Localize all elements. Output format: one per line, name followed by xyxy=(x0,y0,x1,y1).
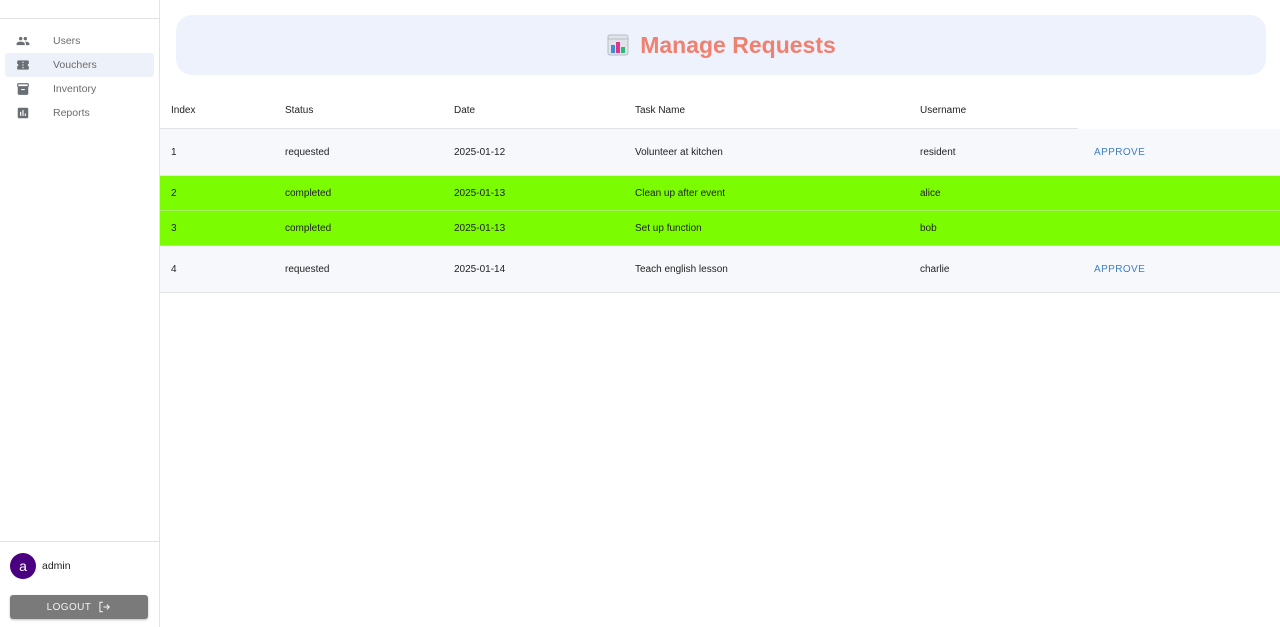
cell-status: requested xyxy=(285,263,330,275)
sidebar-item-vouchers[interactable]: Vouchers xyxy=(5,53,154,77)
page-header: Manage Requests xyxy=(176,15,1266,75)
avatar: a xyxy=(10,553,36,579)
sidebar: Users Vouchers Inventory Reports a admin… xyxy=(0,0,160,627)
logout-label: LOGOUT xyxy=(46,601,92,613)
table-row: 3 completed 2025-01-13 Set up function b… xyxy=(160,211,1280,246)
sidebar-item-label: Vouchers xyxy=(53,59,97,71)
sidebar-item-label: Users xyxy=(53,35,81,47)
sidebar-item-inventory[interactable]: Inventory xyxy=(5,77,154,101)
cell-task-name: Volunteer at kitchen xyxy=(635,146,723,158)
cell-status: completed xyxy=(285,187,332,199)
sidebar-nav: Users Vouchers Inventory Reports xyxy=(5,29,154,125)
column-header-username: Username xyxy=(920,105,967,116)
cell-date: 2025-01-12 xyxy=(454,146,506,158)
app-root: Users Vouchers Inventory Reports a admin… xyxy=(0,0,1280,627)
table-row: 2 completed 2025-01-13 Clean up after ev… xyxy=(160,176,1280,211)
sidebar-item-users[interactable]: Users xyxy=(5,29,154,53)
cell-status: requested xyxy=(285,146,330,158)
approve-button[interactable]: APPROVE xyxy=(1094,147,1145,158)
cell-username: resident xyxy=(920,146,956,158)
cell-username: charlie xyxy=(920,263,950,275)
sidebar-item-label: Reports xyxy=(53,107,90,119)
user-profile: a admin xyxy=(10,553,71,579)
cell-task-name: Clean up after event xyxy=(635,187,726,199)
people-icon xyxy=(15,33,31,49)
page-title: Manage Requests xyxy=(640,31,836,58)
cell-index: 1 xyxy=(171,146,177,158)
column-header-status: Status xyxy=(285,105,314,116)
column-header-index: Index xyxy=(171,105,196,116)
sidebar-item-reports[interactable]: Reports xyxy=(5,101,154,125)
column-header-date: Date xyxy=(454,105,476,116)
divider xyxy=(0,18,159,19)
bar-chart-icon xyxy=(15,105,31,121)
archive-icon xyxy=(15,81,31,97)
bar-chart-emoji-icon xyxy=(607,34,629,56)
ticket-icon xyxy=(15,57,31,73)
column-header-task-name: Task Name xyxy=(635,105,686,116)
cell-index: 2 xyxy=(171,187,177,199)
cell-date: 2025-01-13 xyxy=(454,222,506,234)
cell-status: completed xyxy=(285,222,332,234)
divider xyxy=(0,541,159,542)
cell-index: 4 xyxy=(171,263,177,275)
table-header: Index Status Date Task Name Username xyxy=(160,92,1280,129)
cell-task-name: Set up function xyxy=(635,222,702,234)
cell-date: 2025-01-13 xyxy=(454,187,506,199)
logout-icon xyxy=(99,601,111,613)
cell-index: 3 xyxy=(171,222,177,234)
logout-button[interactable]: LOGOUT xyxy=(10,595,148,619)
cell-username: alice xyxy=(920,187,941,199)
requests-table: Index Status Date Task Name Username 1 r… xyxy=(160,92,1280,293)
user-name: admin xyxy=(42,560,71,572)
cell-task-name: Teach english lesson xyxy=(635,263,728,275)
approve-button[interactable]: APPROVE xyxy=(1094,264,1145,275)
table-row: 4 requested 2025-01-14 Teach english les… xyxy=(160,246,1280,293)
sidebar-item-label: Inventory xyxy=(53,83,97,95)
cell-username: bob xyxy=(920,222,937,234)
cell-date: 2025-01-14 xyxy=(454,263,506,275)
table-row: 1 requested 2025-01-12 Volunteer at kitc… xyxy=(160,129,1280,176)
